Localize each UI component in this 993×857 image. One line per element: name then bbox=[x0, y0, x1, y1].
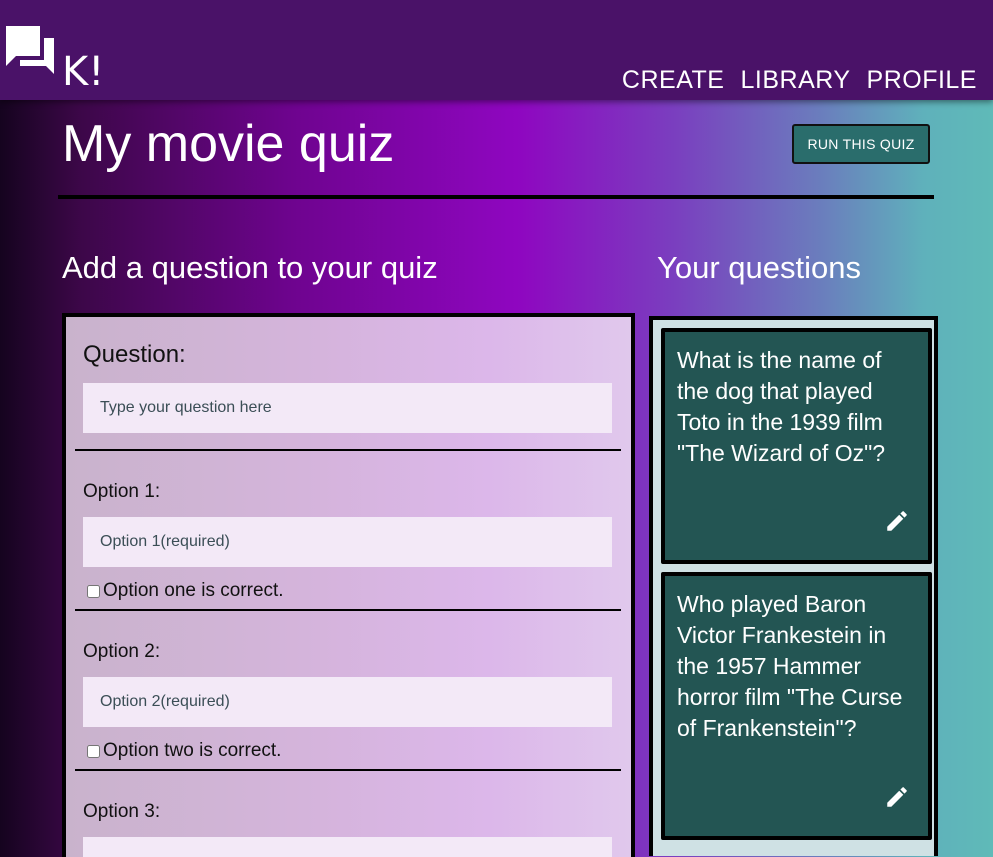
question-text: Who played Baron Victor Frankestein in t… bbox=[677, 591, 903, 741]
chat-bubbles-icon bbox=[6, 26, 54, 74]
option-3-label: Option 3: bbox=[83, 801, 161, 822]
add-question-form: Question: Option 1: Option one is correc… bbox=[62, 313, 635, 857]
run-quiz-button[interactable]: RUN THIS QUIZ bbox=[792, 124, 930, 164]
option-2-correct-checkbox[interactable] bbox=[87, 744, 100, 758]
option-2-label: Option 2: bbox=[83, 641, 161, 662]
option-2-input[interactable] bbox=[83, 677, 612, 727]
option-1-correct-checkbox[interactable] bbox=[87, 584, 100, 598]
title-divider bbox=[58, 195, 934, 199]
question-card[interactable]: Who played Baron Victor Frankestein in t… bbox=[661, 572, 932, 840]
option-1-label: Option 1: bbox=[83, 481, 161, 502]
question-input[interactable] bbox=[83, 383, 612, 433]
questions-panel: What is the name of the dog that played … bbox=[649, 316, 938, 856]
section-divider bbox=[75, 609, 621, 611]
option-1-input[interactable] bbox=[83, 517, 612, 567]
logo[interactable]: K! bbox=[2, 24, 104, 92]
option-1-correct-label: Option one is correct. bbox=[103, 580, 284, 601]
page-title: My movie quiz bbox=[62, 115, 395, 173]
nav-create[interactable]: CREATE bbox=[622, 66, 725, 95]
nav-profile[interactable]: PROFILE bbox=[867, 66, 977, 95]
question-label: Question: bbox=[83, 341, 186, 368]
top-bar: K! CREATE LIBRARY PROFILE bbox=[0, 0, 993, 100]
pencil-icon[interactable] bbox=[884, 508, 910, 534]
option-2-correct-label: Option two is correct. bbox=[103, 740, 282, 761]
your-questions-heading: Your questions bbox=[657, 250, 861, 285]
option-1-correct-row: Option one is correct. bbox=[87, 580, 284, 602]
option-2-correct-row: Option two is correct. bbox=[87, 740, 281, 762]
section-divider bbox=[75, 449, 621, 451]
pencil-icon[interactable] bbox=[884, 784, 910, 810]
section-divider bbox=[75, 769, 621, 771]
option-3-input[interactable] bbox=[83, 837, 612, 857]
main-nav: CREATE LIBRARY PROFILE bbox=[622, 66, 977, 95]
add-question-heading: Add a question to your quiz bbox=[62, 250, 438, 285]
question-text: What is the name of the dog that played … bbox=[677, 347, 886, 466]
question-card[interactable]: What is the name of the dog that played … bbox=[661, 328, 932, 564]
nav-library[interactable]: LIBRARY bbox=[740, 66, 850, 95]
logo-text: K! bbox=[62, 49, 105, 95]
